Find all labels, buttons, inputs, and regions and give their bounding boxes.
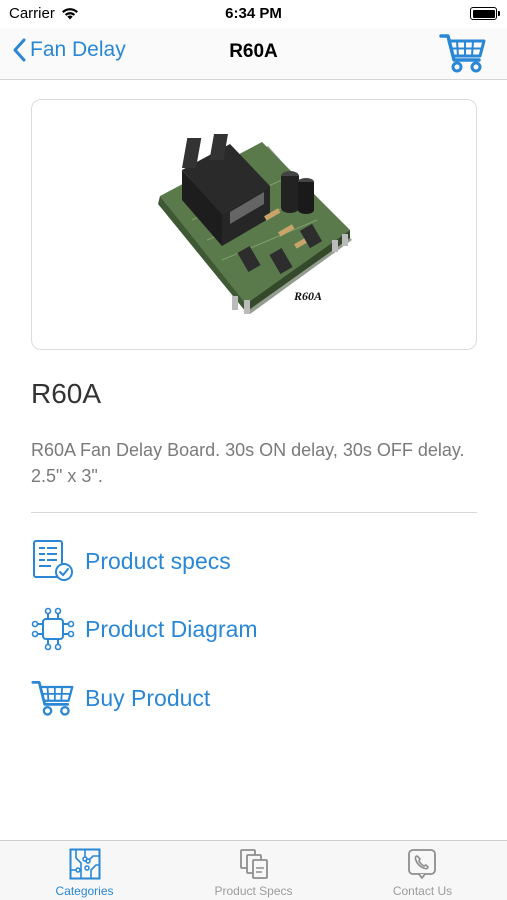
product-image-card: R60A bbox=[31, 99, 477, 350]
circuit-board-icon bbox=[68, 847, 102, 881]
tab-categories-label: Categories bbox=[55, 884, 114, 898]
circuit-chip-icon bbox=[31, 607, 75, 651]
product-image: R60A bbox=[158, 134, 352, 314]
product-description: R60A Fan Delay Board. 30s ON delay, 30s … bbox=[31, 440, 465, 486]
buy-product-link[interactable]: Buy Product bbox=[31, 676, 210, 720]
battery-icon bbox=[470, 7, 500, 20]
chevron-left-icon bbox=[13, 38, 26, 62]
product-specs-label: Product specs bbox=[85, 547, 231, 574]
tab-contact-us-label: Contact Us bbox=[392, 884, 453, 898]
buy-product-label: Buy Product bbox=[85, 684, 211, 711]
navigation-bar: Fan Delay R60A bbox=[0, 28, 507, 80]
tab-bar: Categories Product Specs Contact Us bbox=[0, 840, 507, 900]
product-image-label: R60A bbox=[293, 289, 322, 303]
product-name: R60A bbox=[31, 378, 102, 409]
back-button-label: Fan Delay bbox=[30, 38, 126, 61]
cart-button[interactable] bbox=[439, 32, 487, 74]
cart-icon bbox=[439, 34, 486, 73]
tab-product-specs[interactable]: Product Specs bbox=[169, 841, 338, 900]
product-diagram-label: Product Diagram bbox=[85, 615, 258, 642]
cart-icon bbox=[31, 676, 75, 720]
tab-product-specs-label: Product Specs bbox=[214, 884, 293, 898]
product-diagram-link[interactable]: Product Diagram bbox=[31, 607, 258, 651]
divider bbox=[31, 512, 477, 513]
back-button[interactable]: Fan Delay bbox=[12, 38, 126, 62]
phone-icon bbox=[406, 847, 440, 881]
documents-icon bbox=[237, 847, 271, 881]
tab-categories[interactable]: Categories bbox=[0, 841, 169, 900]
product-specs-link[interactable]: Product specs bbox=[31, 539, 231, 583]
status-bar: Carrier 6:34 PM bbox=[0, 0, 507, 28]
tab-contact-us[interactable]: Contact Us bbox=[338, 841, 507, 900]
status-time: 6:34 PM bbox=[225, 5, 282, 22]
spec-sheet-icon bbox=[31, 539, 75, 583]
